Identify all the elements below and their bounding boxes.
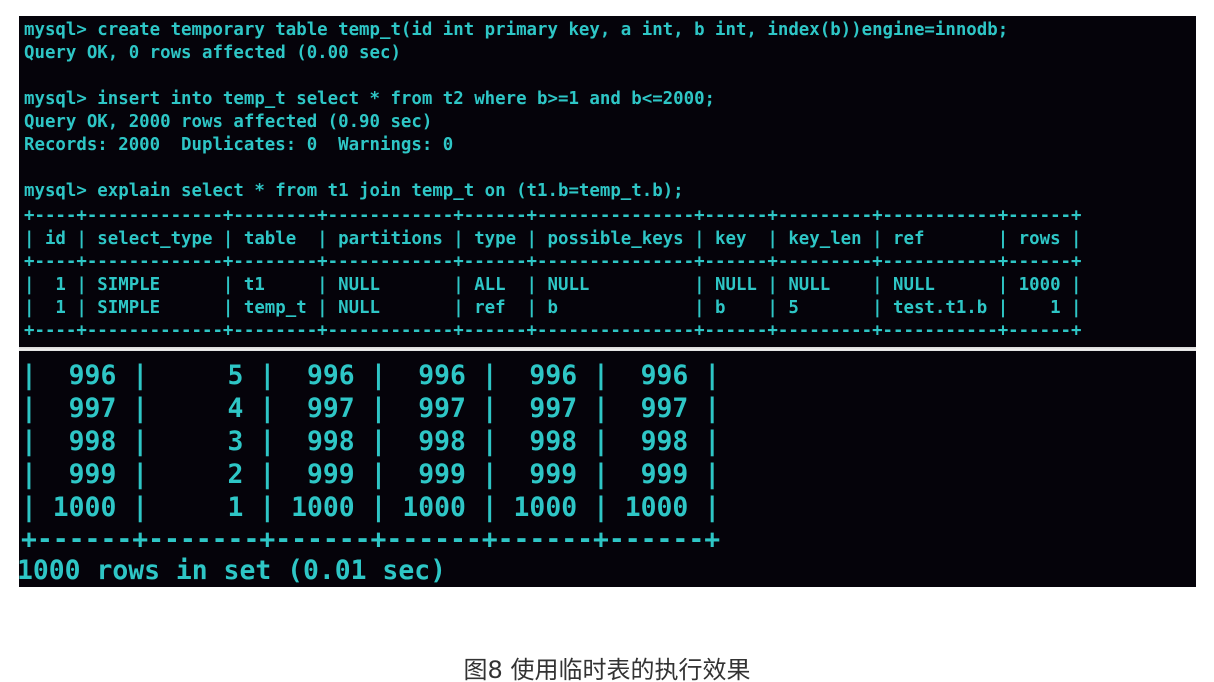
table-border: +------+-------+------+------+------+---… xyxy=(21,524,721,555)
terminal-line: Query OK, 2000 rows affected (0.90 sec) xyxy=(24,112,433,132)
terminal-line: Records: 2000 Duplicates: 0 Warnings: 0 xyxy=(24,135,454,155)
table-row: | 998 | 3 | 998 | 998 | 998 | 998 | xyxy=(21,426,721,457)
terminal-line: mysql> insert into temp_t select * from … xyxy=(24,89,716,109)
table-row: | 1000 | 1 | 1000 | 1000 | 1000 | 1000 | xyxy=(21,492,721,523)
table-border: +----+-------------+--------+-----------… xyxy=(24,252,1082,272)
page: mysql> create temporary table temp_t(id … xyxy=(0,0,1214,682)
table-row: | 999 | 2 | 999 | 999 | 999 | 999 | xyxy=(21,459,721,490)
terminal-line: mysql> create temporary table temp_t(id … xyxy=(24,20,1009,40)
table-row: | 997 | 4 | 997 | 997 | 997 | 997 | xyxy=(21,393,721,424)
table-header: | id | select_type | table | partitions … xyxy=(24,229,1082,249)
terminal-line: Query OK, 0 rows affected (0.00 sec) xyxy=(24,43,401,63)
result-summary: 1000 rows in set (0.01 sec) xyxy=(19,555,446,586)
table-border: +----+-------------+--------+-----------… xyxy=(24,206,1082,226)
table-border: +----+-------------+--------+-----------… xyxy=(24,321,1082,341)
table-row: | 1 | SIMPLE | t1 | NULL | ALL | NULL | … xyxy=(24,275,1082,295)
table-row: | 1 | SIMPLE | temp_t | NULL | ref | b |… xyxy=(24,298,1082,318)
terminal-line: mysql> explain select * from t1 join tem… xyxy=(24,181,684,201)
figure-caption: 图8 使用临时表的执行效果 xyxy=(463,656,751,682)
terminal-window-top[interactable]: mysql> create temporary table temp_t(id … xyxy=(19,16,1196,347)
table-row: | 996 | 5 | 996 | 996 | 996 | 996 | xyxy=(21,360,721,391)
terminal-window-bottom[interactable]: | 996 | 5 | 996 | 996 | 996 | 996 | | 99… xyxy=(19,351,1196,587)
